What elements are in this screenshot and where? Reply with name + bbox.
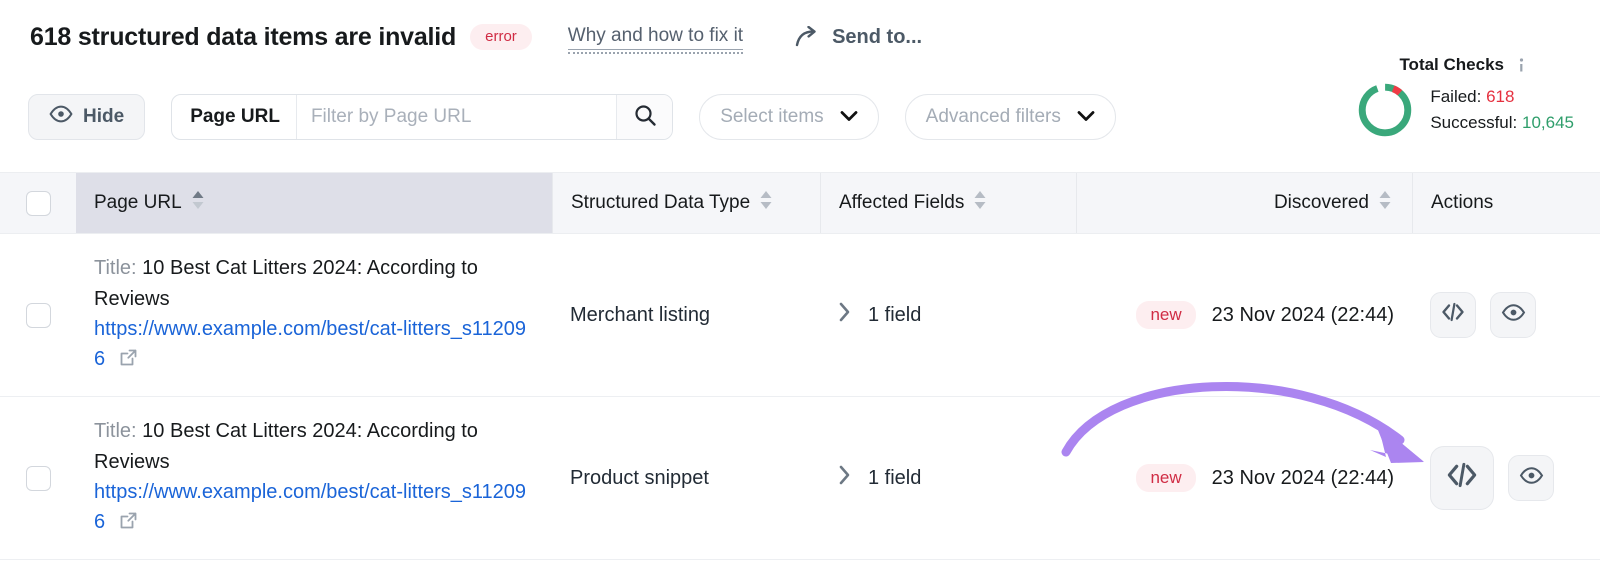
status-badge: error [470,24,532,50]
successful-stat: Successful: 10,645 [1430,110,1574,136]
column-header-affected-fields[interactable]: Affected Fields [820,173,1076,233]
failed-label: Failed: [1430,87,1481,106]
new-badge: new [1136,301,1195,329]
page-title-text: Title: 10 Best Cat Litters 2024: Accordi… [94,416,534,477]
title-value: 10 Best Cat Litters 2024: According to R… [94,420,478,472]
discovered-cell: new 23 Nov 2024 (22:44) [1076,234,1412,396]
table-row: Title: 10 Best Cat Litters 2024: Accordi… [0,234,1600,397]
select-all-checkbox[interactable] [26,191,51,216]
send-to-button[interactable]: Send to... [795,26,922,49]
total-checks-header: Total Checks [1274,55,1574,75]
sort-icon [973,190,987,216]
page-header: 618 structured data items are invalid er… [30,16,922,58]
page-url-link[interactable]: https://www.example.com/best/cat-litters… [94,481,526,533]
hide-label: Hide [83,106,124,128]
share-arrow-icon [795,26,821,48]
discovered-date: 23 Nov 2024 (22:44) [1212,304,1394,327]
chevron-down-icon [1077,106,1095,128]
column-header-structured-data-type[interactable]: Structured Data Type [552,173,820,233]
eye-icon [1519,466,1544,491]
affected-fields-cell[interactable]: 1 field [820,397,1076,559]
title-label: Title: [94,257,137,279]
discovered-cell: new 23 Nov 2024 (22:44) [1076,397,1412,559]
new-badge: new [1136,464,1195,492]
page-url-link-wrap: https://www.example.com/best/cat-litters… [94,314,534,377]
view-code-button[interactable] [1430,292,1476,338]
search-button[interactable] [616,95,672,139]
column-label: Discovered [1274,192,1369,214]
row-checkbox[interactable] [26,466,51,491]
page-url-filter-group: Page URL [171,94,673,140]
advanced-filters-dropdown[interactable]: Advanced filters [905,94,1116,140]
hide-button[interactable]: Hide [28,94,145,140]
column-label: Affected Fields [839,192,964,214]
affected-fields-value: 1 field [868,467,921,490]
chevron-right-icon[interactable] [838,301,852,329]
row-checkbox[interactable] [26,303,51,328]
successful-value: 10,645 [1522,113,1574,132]
preview-button[interactable] [1508,455,1554,501]
discovered-date: 23 Nov 2024 (22:44) [1212,467,1394,490]
why-and-how-to-fix-link[interactable]: Why and how to fix it [568,25,743,50]
actions-cell [1412,234,1600,396]
page-title-text: Title: 10 Best Cat Litters 2024: Accordi… [94,253,534,314]
structured-data-type-cell: Product snippet [552,397,820,559]
preview-button[interactable] [1490,292,1536,338]
page-url-filter-label[interactable]: Page URL [172,95,297,139]
title-label: Title: [94,420,137,442]
send-to-label: Send to... [832,26,922,49]
column-header-discovered[interactable]: Discovered [1076,173,1412,233]
select-items-label: Select items [720,106,823,128]
column-header-page-url[interactable]: Page URL [76,173,552,233]
sort-icon [759,190,773,216]
checks-stats: Failed: 618 Successful: 10,645 [1430,84,1574,137]
checks-donut-chart [1356,81,1414,139]
table-header-row: Page URL Structured Data Type Affected F… [0,172,1600,234]
eye-icon [1501,303,1526,328]
chevron-right-icon[interactable] [838,464,852,492]
column-label: Actions [1431,192,1493,214]
affected-fields-value: 1 field [868,304,921,327]
title-value: 10 Best Cat Litters 2024: According to R… [94,257,478,309]
row-select-cell [0,397,76,559]
search-input[interactable] [297,95,616,139]
page-url-link[interactable]: https://www.example.com/best/cat-litters… [94,318,526,370]
row-select-cell [0,234,76,396]
external-link-icon[interactable] [119,509,138,539]
total-checks-widget: Total Checks Failed: 618 [1274,55,1574,139]
code-icon [1446,460,1478,496]
sort-icon [1378,190,1392,216]
table-row: Title: 10 Best Cat Litters 2024: Accordi… [0,397,1600,560]
structured-data-issues-page: 618 structured data items are invalid er… [0,0,1600,573]
page-url-cell: Title: 10 Best Cat Litters 2024: Accordi… [76,397,552,559]
advanced-filters-label: Advanced filters [926,106,1061,128]
affected-fields-cell[interactable]: 1 field [820,234,1076,396]
view-code-button[interactable] [1430,446,1494,510]
failed-value: 618 [1486,87,1514,106]
page-url-cell: Title: 10 Best Cat Litters 2024: Accordi… [76,234,552,396]
column-header-actions: Actions [1412,173,1600,233]
failed-stat: Failed: 618 [1430,84,1574,110]
info-icon[interactable] [1513,57,1530,74]
structured-data-type-cell: Merchant listing [552,234,820,396]
total-checks-body: Failed: 618 Successful: 10,645 [1274,81,1574,139]
filter-toolbar: Hide Page URL Select items [28,94,1116,140]
page-url-link-wrap: https://www.example.com/best/cat-litters… [94,477,534,540]
select-items-dropdown[interactable]: Select items [699,94,878,140]
sort-icon [191,190,205,216]
code-icon [1441,301,1465,329]
chevron-down-icon [840,106,858,128]
column-label: Structured Data Type [571,192,750,214]
search-icon [633,103,657,132]
actions-cell [1412,397,1600,559]
select-all-cell [0,173,76,233]
eye-icon [49,105,73,129]
page-title: 618 structured data items are invalid [30,23,456,52]
external-link-icon[interactable] [119,346,138,376]
total-checks-title: Total Checks [1399,55,1504,75]
successful-label: Successful: [1430,113,1517,132]
column-label: Page URL [94,192,182,214]
issues-table: Page URL Structured Data Type Affected F… [0,172,1600,560]
